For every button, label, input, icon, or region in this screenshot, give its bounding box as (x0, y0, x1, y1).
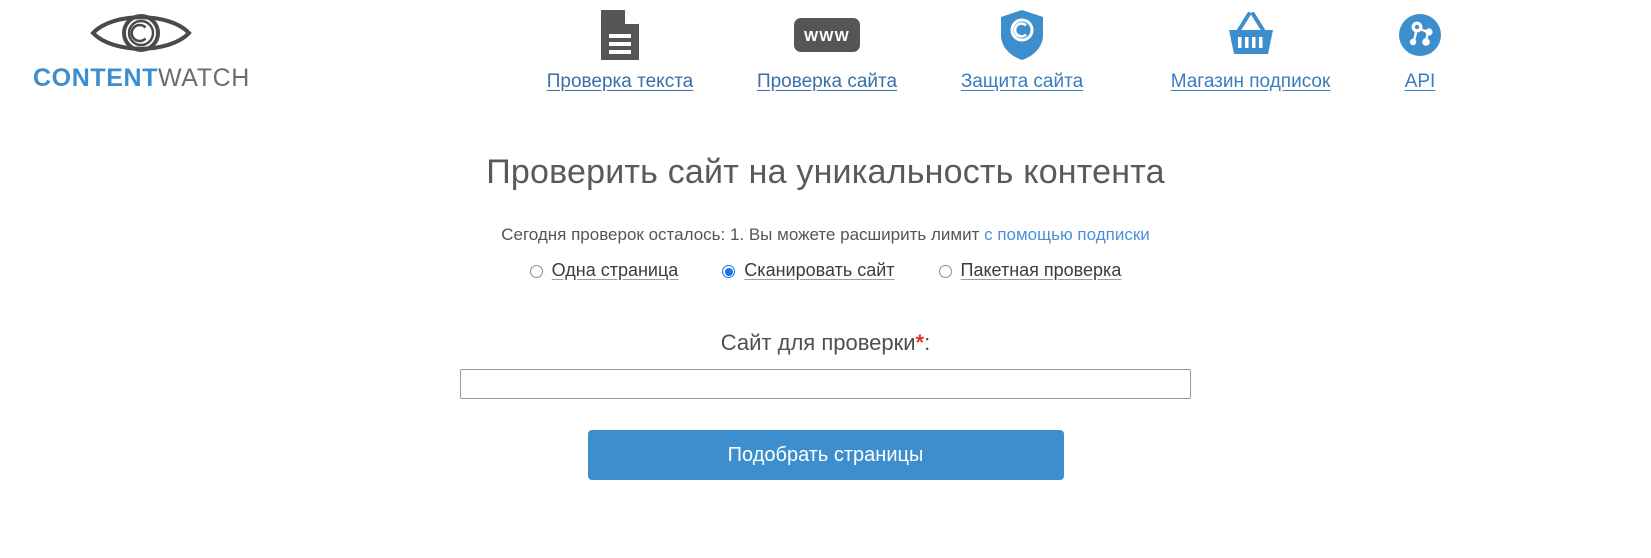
main-content: Проверить сайт на уникальность контента … (0, 112, 1651, 480)
api-nodes-icon (1360, 8, 1480, 62)
nav-label-site-protection: Защита сайта (960, 71, 1084, 92)
radio-option-single-page[interactable]: Одна страница (529, 258, 679, 282)
nav-label-subscription-store: Магазин подписок (1170, 71, 1331, 92)
site-logo[interactable]: CONTENTWATCH (33, 6, 250, 92)
radio-option-batch-check[interactable]: Пакетная проверка (938, 258, 1122, 282)
url-input[interactable] (460, 369, 1191, 399)
shield-copyright-icon (922, 8, 1122, 62)
url-field-label-text: Сайт для проверки (720, 330, 916, 355)
required-asterisk: * (915, 330, 925, 355)
nav-item-subscription-store[interactable]: Магазин подписок (1108, 8, 1393, 93)
main-nav: Проверка текста WWW Проверка сайта Защит… (520, 8, 1520, 108)
nav-label-api: API (1404, 71, 1436, 92)
url-field-label-colon: : (924, 330, 931, 355)
url-field-wrapper (81, 369, 1571, 399)
page-root: CONTENTWATCH Проверка текста WWW Проверк… (0, 0, 1651, 558)
logo-word-primary: CONTENT (33, 64, 159, 92)
submit-wrapper: Подобрать страницы (81, 430, 1571, 480)
url-field-label: Сайт для проверки*: (81, 330, 1571, 356)
nav-label-text-check: Проверка текста (546, 71, 694, 92)
radio-label-scan-site: Сканировать сайт (744, 260, 895, 280)
radio-label-batch-check: Пакетная проверка (960, 260, 1122, 280)
radio-indicator[interactable] (938, 265, 952, 278)
logo-word-secondary: WATCH (158, 64, 250, 92)
www-icon: WWW (727, 8, 927, 62)
radio-indicator[interactable] (722, 265, 736, 278)
basket-icon (1108, 8, 1393, 62)
subscription-link[interactable]: с помощью подписки (984, 225, 1150, 244)
limit-notice: Сегодня проверок осталось: 1. Вы можете … (81, 224, 1571, 246)
mode-radio-group: Одна страница Сканировать сайт Пакетная … (81, 258, 1571, 282)
eye-copyright-icon (87, 6, 195, 60)
document-icon (520, 8, 720, 62)
nav-item-text-check[interactable]: Проверка текста (520, 8, 720, 93)
radio-label-single-page: Одна страница (551, 260, 679, 280)
radio-indicator[interactable] (529, 265, 543, 278)
svg-text:WWW: WWW (804, 28, 850, 45)
limit-notice-text: Сегодня проверок осталось: 1. Вы можете … (501, 225, 985, 244)
logo-wordmark: CONTENTWATCH (33, 64, 250, 92)
form-column: Сегодня проверок осталось: 1. Вы можете … (81, 224, 1571, 480)
nav-item-site-protection[interactable]: Защита сайта (922, 8, 1122, 93)
radio-option-scan-site[interactable]: Сканировать сайт (722, 258, 895, 282)
nav-item-api[interactable]: API (1360, 8, 1480, 93)
site-header: CONTENTWATCH Проверка текста WWW Проверк… (0, 0, 1651, 112)
page-title: Проверить сайт на уникальность контента (486, 153, 1165, 191)
find-pages-button[interactable]: Подобрать страницы (587, 430, 1064, 480)
nav-label-site-check: Проверка сайта (756, 71, 898, 92)
nav-item-site-check[interactable]: WWW Проверка сайта (727, 8, 927, 93)
